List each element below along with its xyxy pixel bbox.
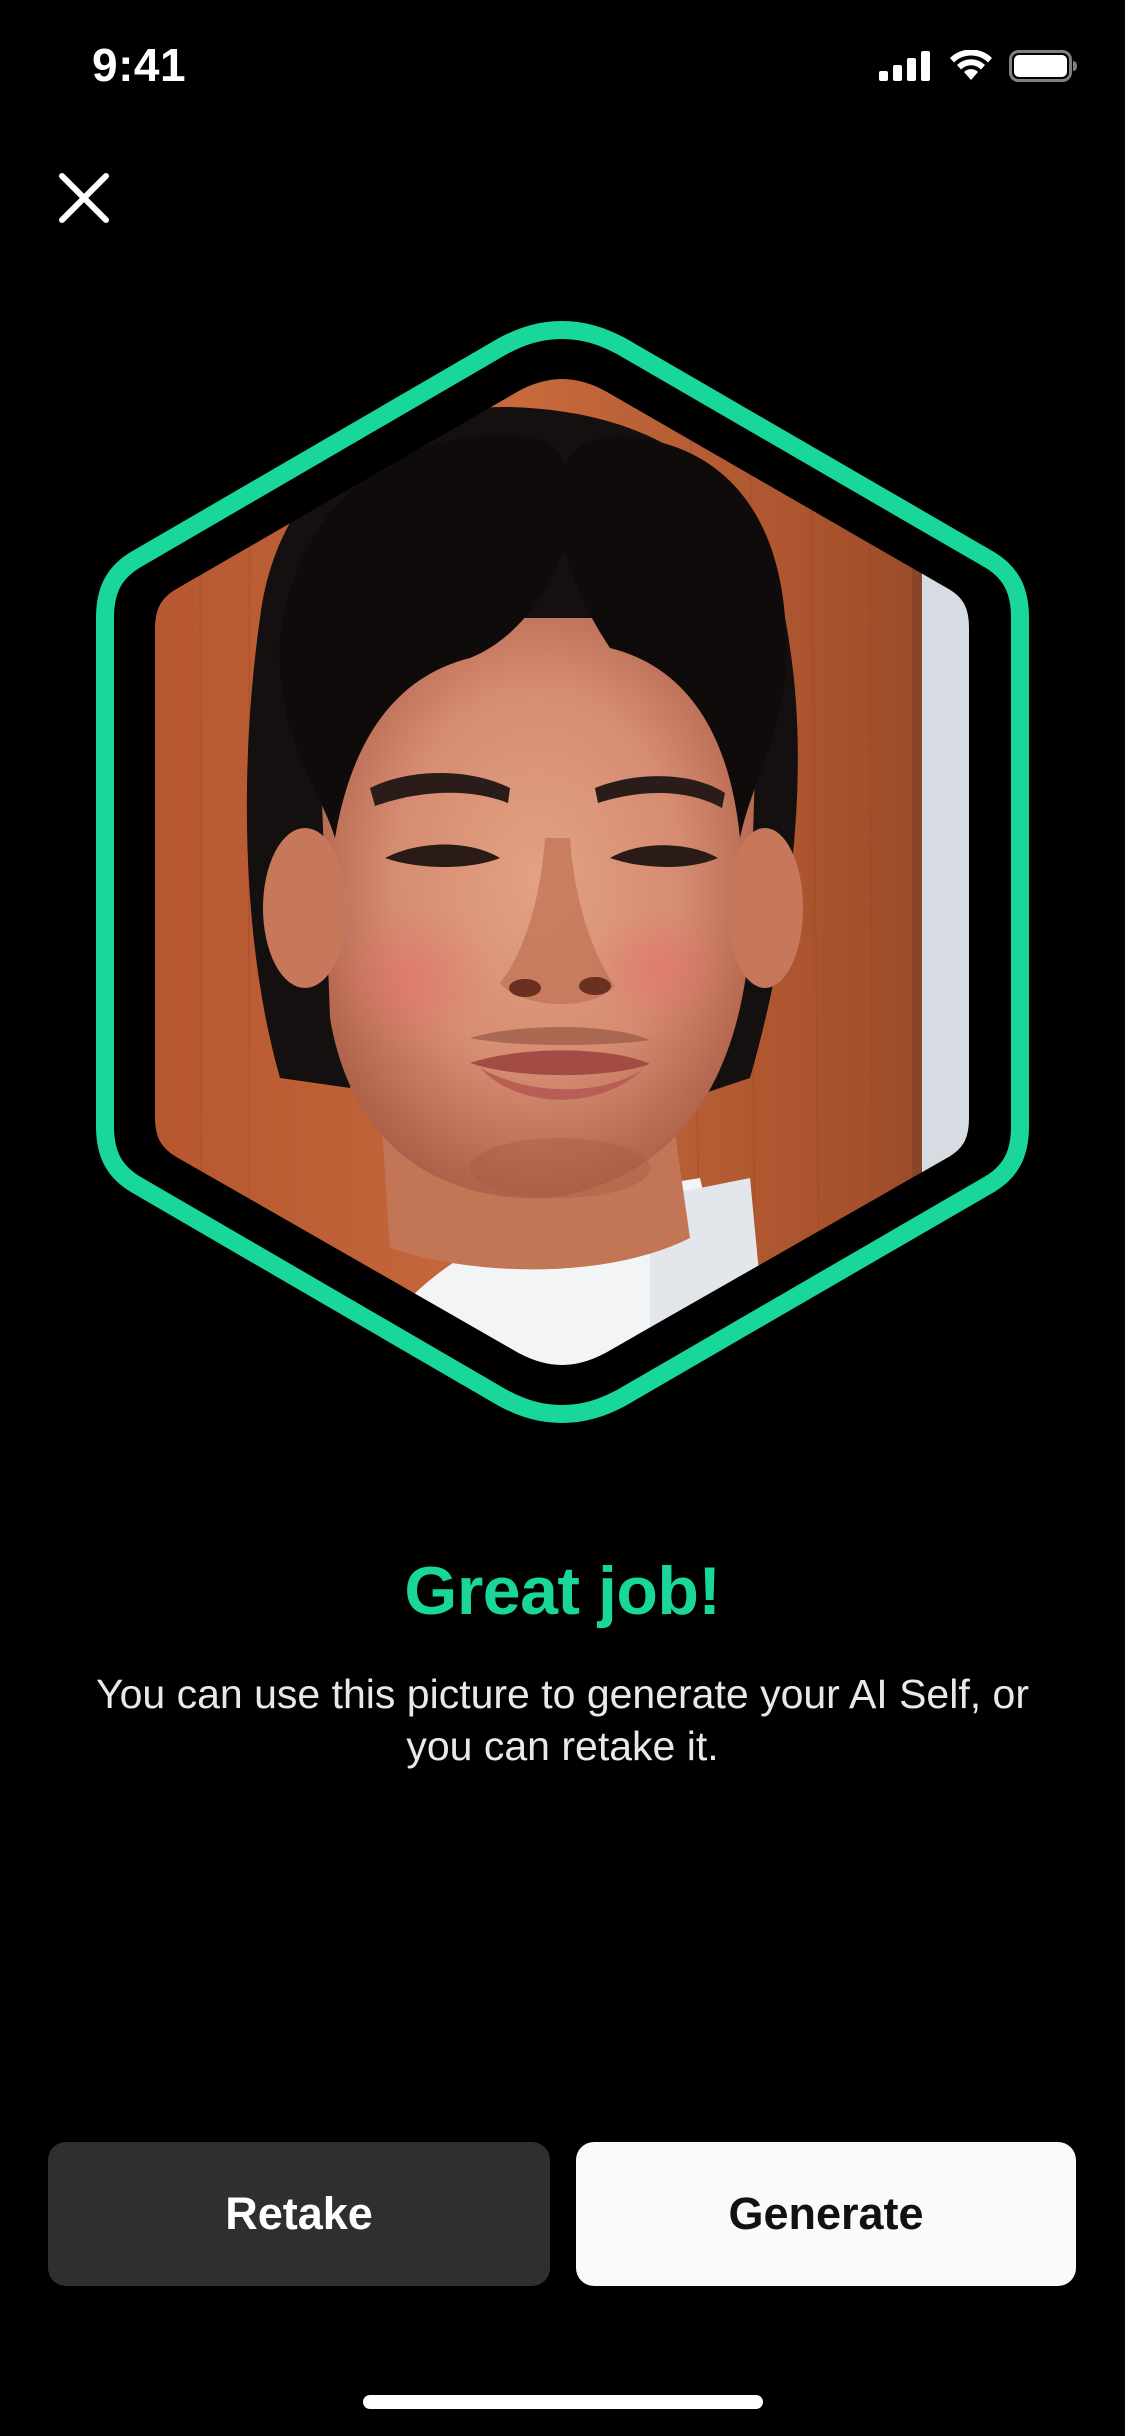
- battery-icon: [1009, 50, 1079, 87]
- captured-photo: [50, 318, 1075, 1426]
- wifi-icon: [949, 49, 993, 87]
- close-icon: [59, 173, 109, 223]
- retake-button[interactable]: Retake: [48, 2142, 550, 2286]
- success-message: You can use this picture to generate you…: [96, 1671, 1029, 1769]
- close-button[interactable]: [54, 168, 114, 228]
- generate-button[interactable]: Generate: [576, 2142, 1076, 2286]
- status-bar: 9:41: [0, 0, 1125, 140]
- status-icons: [879, 49, 1079, 87]
- cellular-signal-icon: [879, 51, 933, 86]
- home-indicator: [363, 2395, 763, 2409]
- success-headline: Great job!: [404, 1553, 721, 1629]
- status-time: 9:41: [92, 39, 187, 91]
